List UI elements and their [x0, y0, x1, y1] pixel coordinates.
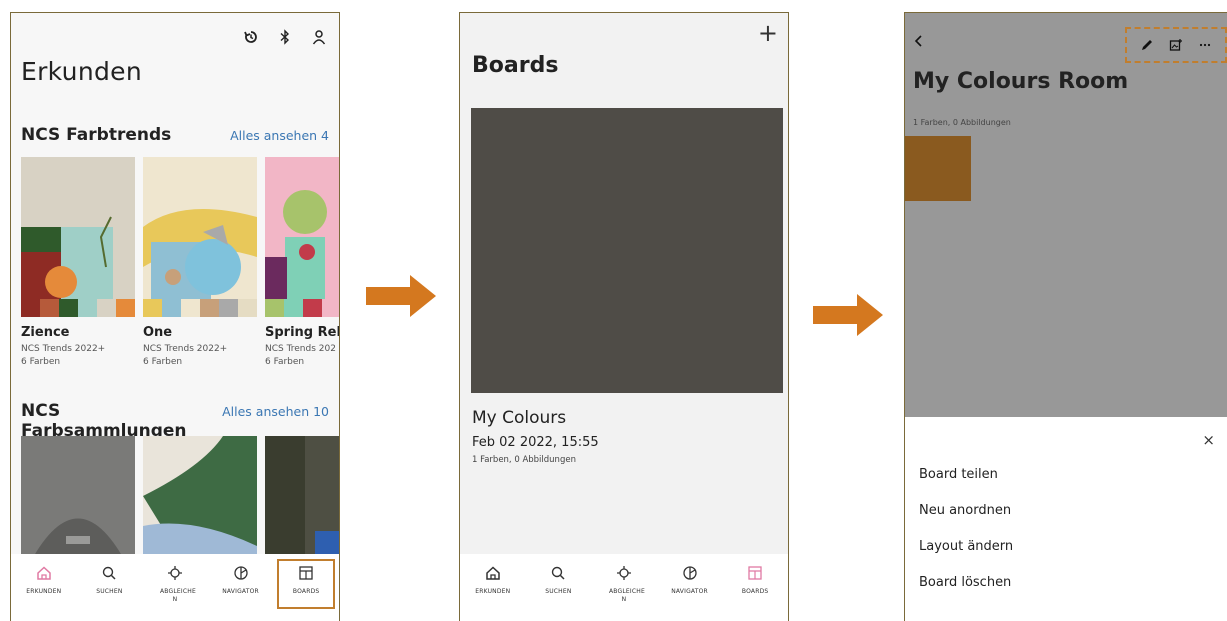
collection-cards: [21, 436, 339, 561]
collection-card[interactable]: [143, 436, 257, 561]
boards-icon: [746, 564, 764, 582]
nav-label: NAVIGATOR: [222, 588, 259, 595]
card-subtitle: NCS Trends 202: [265, 344, 336, 354]
add-image-icon[interactable]: [1166, 35, 1186, 55]
bottom-nav: ERKUNDEN SUCHEN ABGLEICHE N NAVIGATOR BO…: [460, 554, 788, 621]
page-title: Erkunden: [21, 57, 142, 86]
home-icon: [35, 564, 53, 582]
board-detail-overlay: My Colours Room 1 Farben, 0 Abbildungen: [905, 13, 1227, 417]
board-name[interactable]: My Colours: [472, 408, 566, 428]
close-icon[interactable]: ×: [1202, 431, 1215, 449]
trend-card-spring[interactable]: Spring Rebe NCS Trends 202 6 Farben: [265, 157, 339, 367]
card-name: Spring Rebe: [265, 325, 339, 340]
card-count: 6 Farben: [265, 357, 305, 367]
boards-screen: + Boards My Colours Feb 02 2022, 15:55 1…: [459, 12, 789, 621]
history-icon[interactable]: [241, 27, 261, 47]
bluetooth-icon[interactable]: [275, 27, 295, 47]
trends-header: NCS Farbtrends Alles ansehen 4: [21, 125, 329, 145]
plus-icon[interactable]: +: [758, 19, 778, 47]
card-name: One: [143, 325, 173, 340]
card-name: Zience: [21, 325, 70, 340]
section-title: NCS Farbtrends: [21, 125, 172, 145]
trend-cards: Zience NCS Trends 2022+ 6 Farben One NCS…: [21, 157, 339, 367]
search-icon: [549, 564, 567, 582]
nav-label: SUCHEN: [96, 588, 123, 595]
trend-image-zience: [21, 157, 135, 317]
explore-screen: Erkunden NCS Farbtrends Alles ansehen 4: [10, 12, 340, 621]
see-all-collections-link[interactable]: Alles ansehen 10: [222, 404, 329, 419]
arrow-right-icon: [366, 275, 436, 317]
board-date: Feb 02 2022, 15:55: [472, 435, 599, 450]
user-icon[interactable]: [309, 27, 329, 47]
navigator-icon: [681, 564, 699, 582]
menu-rearrange[interactable]: Neu anordnen: [919, 503, 1011, 518]
nav-search[interactable]: SUCHEN: [528, 564, 588, 596]
board-meta: 1 Farben, 0 Abbildungen: [472, 455, 576, 465]
trend-card-one[interactable]: One NCS Trends 2022+ 6 Farben: [143, 157, 257, 367]
menu-delete-board[interactable]: Board löschen: [919, 575, 1011, 590]
boards-highlight-box: [277, 559, 335, 609]
board-options-sheet: × Board teilen Neu anordnen Layout änder…: [905, 417, 1227, 621]
trend-card-zience[interactable]: Zience NCS Trends 2022+ 6 Farben: [21, 157, 135, 367]
card-count: 6 Farben: [143, 357, 183, 367]
nav-label: ERKUNDEN: [475, 588, 511, 595]
navigator-icon: [232, 564, 250, 582]
arrow-right-icon: [813, 294, 883, 336]
color-swatch[interactable]: [905, 136, 971, 201]
page-title: Boards: [472, 53, 559, 78]
nav-label: NAVIGATOR: [671, 588, 708, 595]
collection-card[interactable]: [265, 436, 339, 561]
board-meta: 1 Farben, 0 Abbildungen: [913, 118, 1011, 127]
nav-search[interactable]: SUCHEN: [79, 564, 139, 596]
nav-explore[interactable]: ERKUNDEN: [14, 564, 74, 596]
nav-explore[interactable]: ERKUNDEN: [463, 564, 523, 596]
page-title: My Colours Room: [913, 69, 1129, 94]
menu-change-layout[interactable]: Layout ändern: [919, 539, 1013, 554]
nav-match[interactable]: ABGLEICHE N: [145, 564, 205, 604]
nav-label: SUCHEN: [545, 588, 572, 595]
home-icon: [484, 564, 502, 582]
card-subtitle: NCS Trends 2022+: [143, 344, 228, 354]
card-count: 6 Farben: [21, 357, 61, 367]
board-actions-highlight: [1125, 27, 1227, 63]
menu-share-board[interactable]: Board teilen: [919, 467, 998, 482]
card-subtitle: NCS Trends 2022+: [21, 344, 106, 354]
nav-label: BOARDS: [741, 588, 769, 595]
see-all-trends-link[interactable]: Alles ansehen 4: [230, 128, 329, 143]
trend-image-one: [143, 157, 257, 317]
board-detail-screen: My Colours Room 1 Farben, 0 Abbildungen …: [904, 12, 1227, 621]
crosshair-icon: [615, 564, 633, 582]
back-icon[interactable]: [913, 33, 925, 54]
nav-boards[interactable]: BOARDS: [725, 564, 785, 596]
trend-image-spring: [265, 157, 339, 317]
search-icon: [100, 564, 118, 582]
section-title: NCS Farbsammlungen: [21, 401, 187, 441]
crosshair-icon: [166, 564, 184, 582]
collection-card[interactable]: [21, 436, 135, 561]
nav-label: ABGLEICHE N: [608, 588, 645, 603]
nav-navigator[interactable]: NAVIGATOR: [211, 564, 271, 596]
nav-label: ABGLEICHE N: [159, 588, 196, 603]
top-icons: [241, 27, 329, 47]
nav-match[interactable]: ABGLEICHE N: [594, 564, 654, 604]
collections-header: NCS Farbsammlungen Alles ansehen 10: [21, 401, 329, 441]
pencil-icon[interactable]: [1137, 35, 1157, 55]
more-icon[interactable]: [1195, 35, 1215, 55]
nav-label: ERKUNDEN: [26, 588, 62, 595]
board-preview[interactable]: [471, 108, 783, 393]
nav-navigator[interactable]: NAVIGATOR: [660, 564, 720, 596]
